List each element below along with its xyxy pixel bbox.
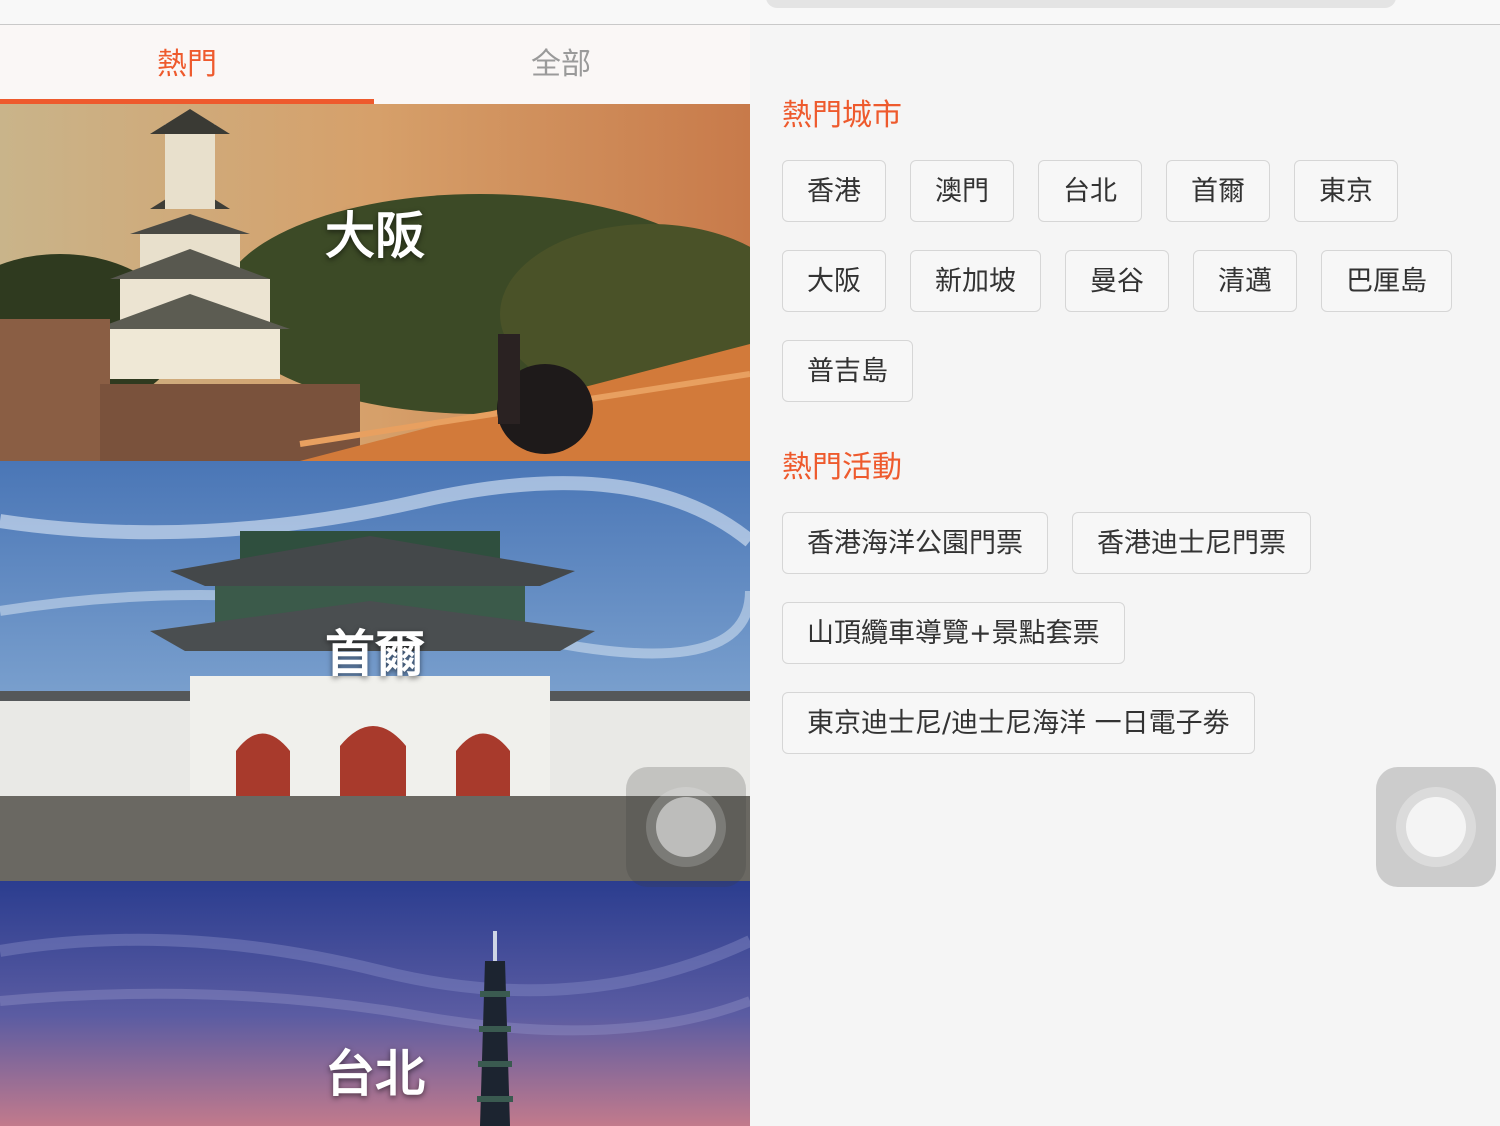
search-bar[interactable]: [766, 0, 1396, 8]
hot-cities-list: 香港 澳門 台北 首爾 東京大阪 新加坡 曼谷 清邁 巴厘島普吉島: [782, 160, 1482, 402]
tab-all[interactable]: 全部: [374, 25, 748, 104]
city-chip[interactable]: 香港: [782, 160, 886, 222]
city-chip[interactable]: 新加坡: [910, 250, 1041, 312]
hot-activities-title: 熱門活動: [782, 450, 902, 485]
assistive-touch-dot: [656, 797, 716, 857]
assistive-touch-button[interactable]: [1376, 767, 1496, 887]
destination-panel: 熱門 全部 大阪 首爾 台北: [0, 25, 750, 1126]
card-title-taipei: 台北: [325, 1045, 425, 1103]
hot-activities-list: 香港海洋公園門票 香港迪士尼門票山頂纜車導覽+景點套票東京迪士尼/迪士尼海洋 一日…: [782, 512, 1422, 754]
assistive-touch-dot: [1406, 797, 1466, 857]
destination-card-osaka[interactable]: 大阪: [0, 104, 750, 461]
tab-popular[interactable]: 熱門: [0, 25, 374, 104]
destination-card-taipei[interactable]: 台北: [0, 881, 750, 1126]
osaka-castle-image: [0, 104, 750, 461]
card-title-osaka: 大阪: [325, 207, 425, 265]
popular-panel: 熱門城市 香港 澳門 台北 首爾 東京大阪 新加坡 曼谷 清邁 巴厘島普吉島 熱門活動 香港海洋…: [750, 25, 1500, 1126]
top-bar: [0, 0, 1500, 25]
city-chip[interactable]: 普吉島: [782, 340, 913, 402]
card-title-seoul: 首爾: [325, 625, 425, 683]
hot-cities-title: 熱門城市: [782, 98, 902, 133]
city-chip[interactable]: 首爾: [1166, 160, 1270, 222]
city-chip[interactable]: 台北: [1038, 160, 1142, 222]
city-chip[interactable]: 澳門: [910, 160, 1014, 222]
city-chip[interactable]: 曼谷: [1065, 250, 1169, 312]
activity-chip[interactable]: 香港海洋公園門票: [782, 512, 1048, 574]
city-chip[interactable]: 巴厘島: [1321, 250, 1452, 312]
assistive-touch-button[interactable]: [626, 767, 746, 887]
activity-chip[interactable]: 山頂纜車導覽+景點套票: [782, 602, 1125, 664]
city-chip[interactable]: 東京: [1294, 160, 1398, 222]
tab-bar: 熱門 全部: [0, 25, 750, 104]
activity-chip[interactable]: 東京迪士尼/迪士尼海洋 一日電子劵: [782, 692, 1255, 754]
activity-chip[interactable]: 香港迪士尼門票: [1072, 512, 1311, 574]
city-chip[interactable]: 大阪: [782, 250, 886, 312]
city-chip[interactable]: 清邁: [1193, 250, 1297, 312]
